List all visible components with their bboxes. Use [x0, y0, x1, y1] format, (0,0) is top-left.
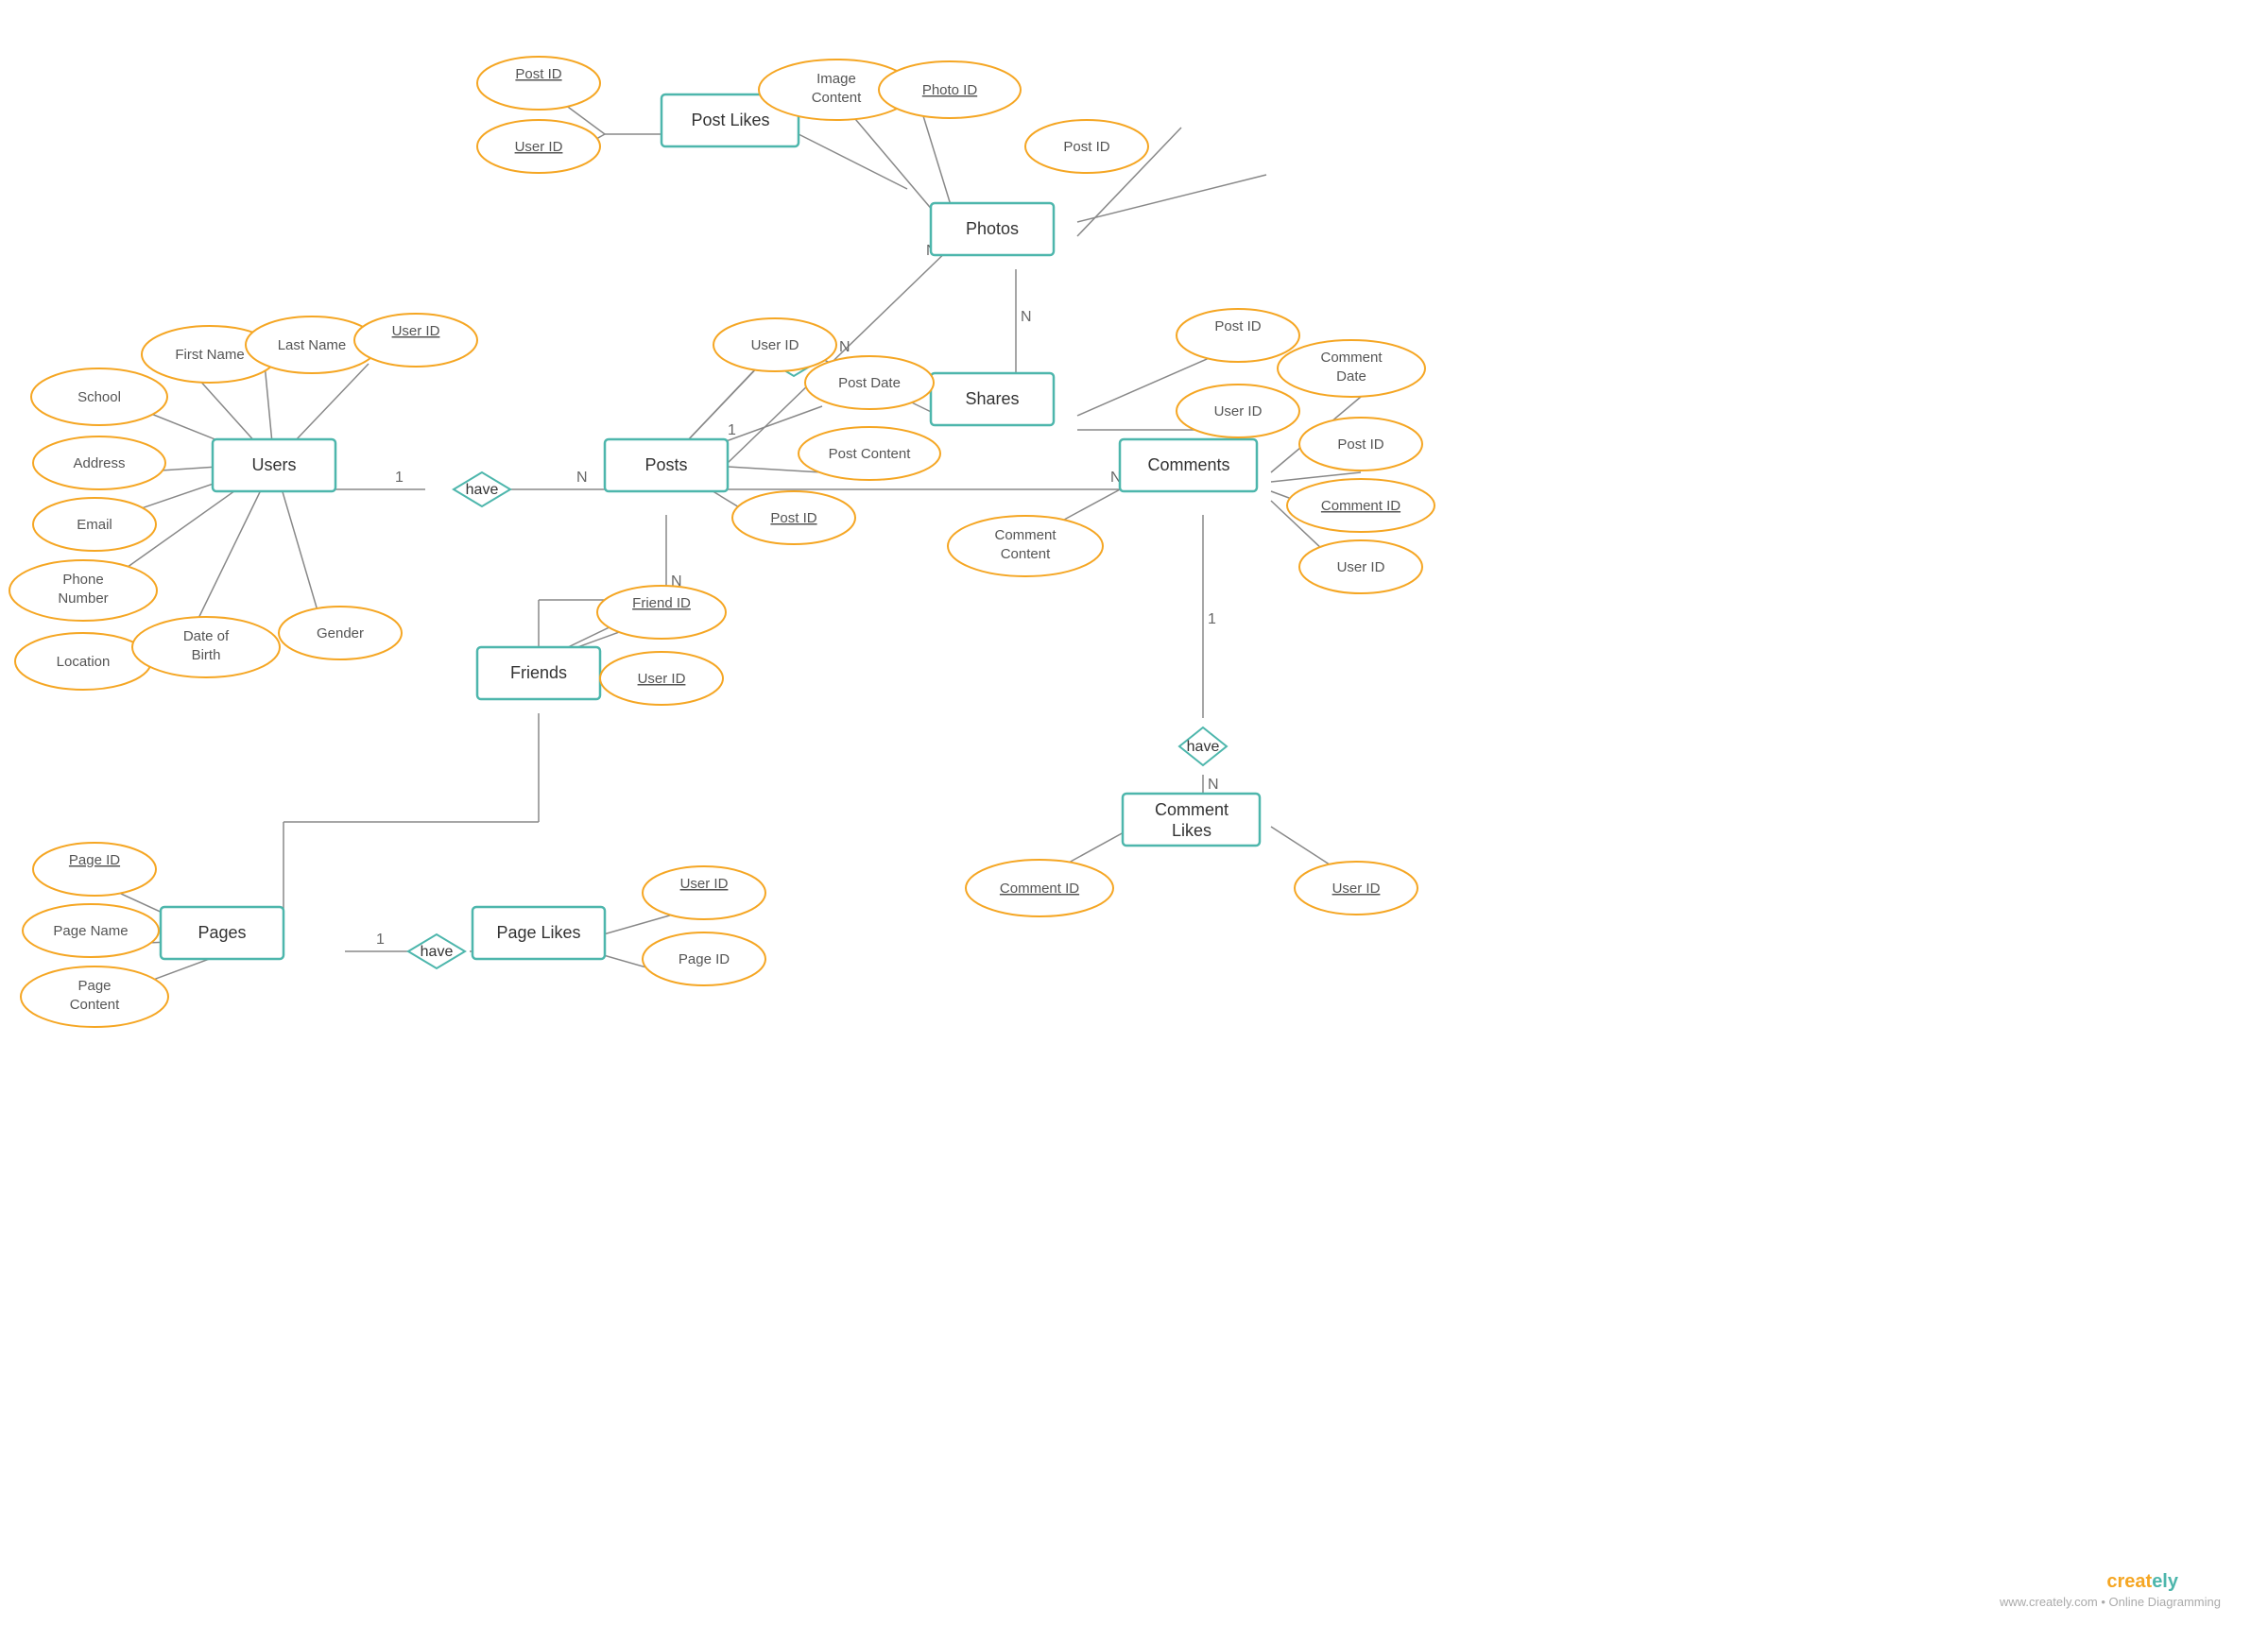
- entity-posts-label: Posts: [644, 455, 687, 474]
- attr-users-user-id: [354, 314, 477, 367]
- attr-photo-id-label: Photo ID: [922, 82, 978, 98]
- svg-text:1: 1: [395, 470, 404, 486]
- attr-shares-user-id-label: User ID: [1214, 403, 1263, 419]
- attr-page-content-label2: Content: [70, 997, 120, 1013]
- attr-users-user-id-label: User ID: [392, 323, 440, 339]
- entity-page-likes-label: Page Likes: [496, 923, 580, 942]
- creately-logo: creately: [2106, 1571, 2178, 1592]
- attr-postlikes-user-id-label: User ID: [515, 139, 563, 155]
- svg-text:1: 1: [728, 422, 736, 438]
- attr-gender-label: Gender: [317, 625, 364, 641]
- attr-image-content-label1: Image: [816, 71, 856, 87]
- attr-shares-post-id-label: Post ID: [1214, 318, 1261, 334]
- attr-comment-id-label: Comment ID: [1321, 498, 1400, 514]
- have-label-pages-pagelikes: have: [421, 944, 454, 960]
- attr-pagelikes-user-id-label: User ID: [680, 876, 729, 892]
- entity-photos-label: Photos: [966, 219, 1019, 238]
- attr-comment-date-label2: Date: [1336, 368, 1366, 385]
- attr-comment-user-id-label: User ID: [1337, 559, 1385, 575]
- attr-page-name-label: Page Name: [53, 923, 128, 939]
- entity-comment-likes-label1: Comment: [1155, 800, 1228, 819]
- attr-image-content-label2: Content: [812, 90, 862, 106]
- watermark: www.creately.com • Online Diagramming: [1999, 1595, 2221, 1609]
- attr-friend-id-label: Friend ID: [632, 595, 691, 611]
- attr-friend-id: [597, 586, 726, 639]
- attr-pagelikes-page-id-label: Page ID: [679, 951, 730, 967]
- attr-dob-label2: Birth: [192, 647, 221, 663]
- attr-first-name-label: First Name: [175, 347, 244, 363]
- attr-postlikes-post-id: [477, 57, 600, 110]
- attr-posts-user-id-label: User ID: [751, 337, 799, 353]
- svg-text:N: N: [576, 470, 588, 486]
- attr-phone-number-label2: Number: [58, 590, 108, 607]
- svg-text:N: N: [839, 339, 850, 355]
- attr-pagelikes-user-id: [643, 866, 765, 919]
- attr-dob-label1: Date of: [183, 628, 230, 644]
- attr-address-label: Address: [73, 455, 125, 471]
- attr-postlikes-post-id-label: Post ID: [515, 66, 561, 82]
- attr-comment-date-label1: Comment: [1320, 350, 1383, 366]
- svg-text:1: 1: [376, 932, 385, 948]
- er-diagram: 1 N N N 1 N N N N 1 N 1 N: [0, 0, 2268, 1625]
- have-label-users-posts: have: [466, 482, 499, 498]
- svg-text:N: N: [1208, 777, 1219, 793]
- entity-comment-likes-label2: Likes: [1172, 821, 1211, 840]
- entity-users-label: Users: [251, 455, 296, 474]
- attr-commentlikes-user-id-label: User ID: [1332, 881, 1381, 897]
- attr-phone-number-label1: Phone: [62, 572, 103, 588]
- entity-post-likes-label: Post Likes: [691, 111, 769, 129]
- attr-comment-content-label1: Comment: [994, 527, 1057, 543]
- attr-comment-content-label2: Content: [1001, 546, 1051, 562]
- attr-post-date-label: Post Date: [838, 375, 901, 391]
- attr-location-label: Location: [57, 654, 111, 670]
- attr-friends-user-id-label: User ID: [638, 671, 686, 687]
- attr-comment-post-id-label: Post ID: [1337, 436, 1383, 453]
- attr-page-content-label1: Page: [77, 978, 111, 994]
- attr-post-content-label: Post Content: [829, 446, 912, 462]
- attr-page-id-label: Page ID: [69, 852, 120, 868]
- attr-shares-post-id: [1177, 309, 1299, 362]
- attr-last-name-label: Last Name: [278, 337, 347, 353]
- attr-page-id: [33, 843, 156, 896]
- entity-pages-label: Pages: [198, 923, 246, 942]
- entity-friends-label: Friends: [510, 663, 567, 682]
- svg-text:N: N: [1021, 309, 1032, 325]
- entity-comments-label: Comments: [1147, 455, 1229, 474]
- entity-shares-label: Shares: [965, 389, 1019, 408]
- have-label-comments: have: [1187, 739, 1220, 755]
- attr-commentlikes-comment-id-label: Comment ID: [1000, 881, 1079, 897]
- attr-photos-post-id-label: Post ID: [1063, 139, 1109, 155]
- attr-posts-post-id-label: Post ID: [770, 510, 816, 526]
- attr-school-label: School: [77, 389, 121, 405]
- svg-text:1: 1: [1208, 611, 1216, 627]
- attr-email-label: Email: [77, 517, 112, 533]
